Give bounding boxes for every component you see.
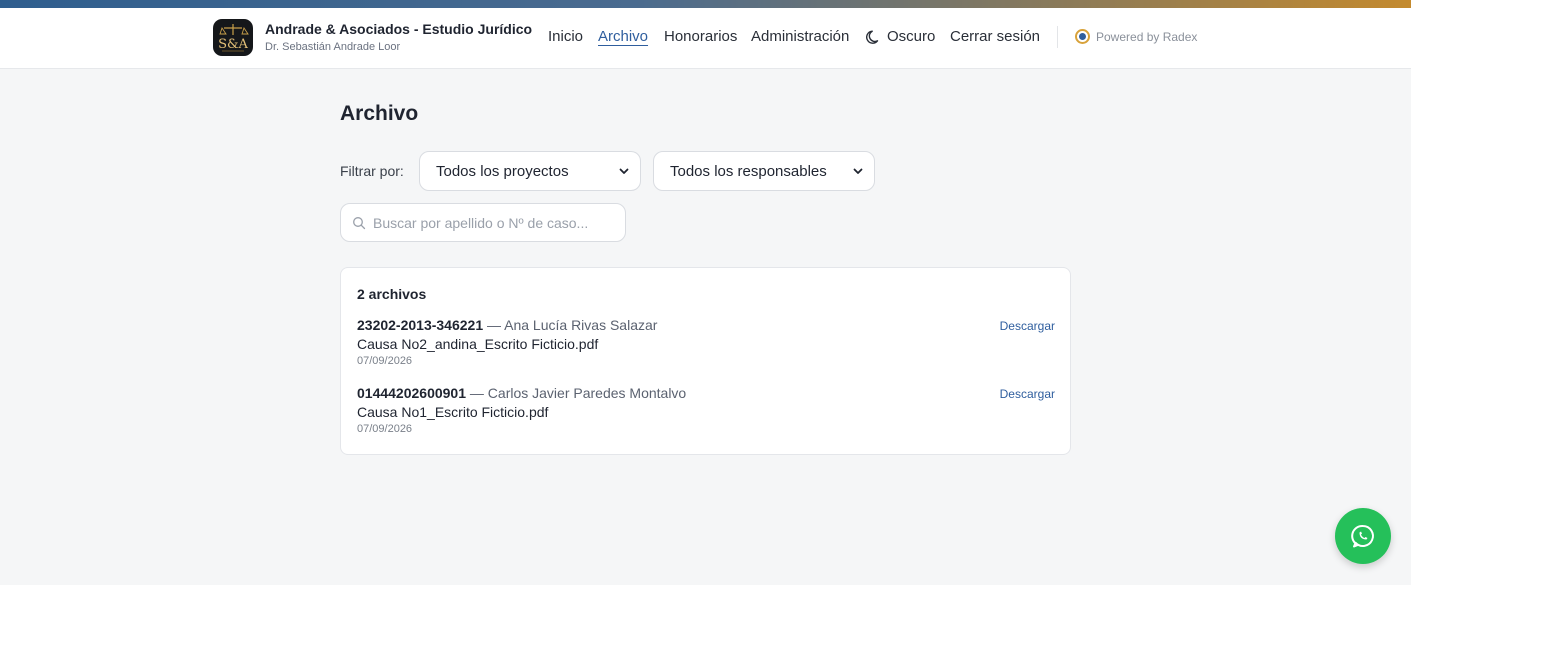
page-title: Archivo [340, 102, 419, 125]
chevron-down-icon [619, 168, 629, 174]
firm-name: Andrade & Asociados - Estudio Jurídico [265, 21, 533, 37]
case-number: 01444202600901 [357, 385, 467, 401]
dark-mode-label: Oscuro [887, 28, 936, 45]
search-input[interactable] [373, 214, 613, 231]
scales-of-justice-icon: S&A [218, 24, 249, 52]
file-row: 23202-2013-346221 — Ana Lucía Rivas Sala… [357, 317, 1055, 377]
file-date: 07/09/2026 [357, 355, 413, 367]
search-icon [353, 216, 366, 229]
svg-text:S&A: S&A [218, 37, 248, 52]
logout-link[interactable]: Cerrar sesión [950, 28, 1040, 45]
download-button[interactable]: Descargar [1000, 387, 1055, 401]
filter-label: Filtrar por: [340, 163, 404, 179]
download-button[interactable]: Descargar [1000, 319, 1055, 333]
app-window: S&A Andrade & Asociados - Estudio Jurídi… [0, 0, 1411, 585]
files-card: 2 archivos 23202-2013-346221 — Ana Lucía… [340, 267, 1071, 455]
nav-inicio[interactable]: Inicio [548, 28, 583, 45]
nav-divider [1057, 26, 1058, 48]
top-accent-bar [0, 0, 1411, 8]
project-filter-value: Todos los proyectos [436, 162, 569, 180]
nav-honorarios[interactable]: Honorarios [664, 28, 737, 45]
radex-logo-icon [1075, 29, 1090, 44]
project-filter-select[interactable]: Todos los proyectos [419, 151, 641, 191]
powered-by-label: Powered by Radex [1096, 29, 1198, 44]
file-name: Causa No1_Escrito Ficticio.pdf [357, 404, 549, 420]
whatsapp-button[interactable] [1335, 508, 1391, 564]
file-row: 01444202600901 — Carlos Javier Paredes M… [357, 385, 1055, 445]
responsible-filter-value: Todos los responsables [670, 162, 827, 180]
nav-archivo[interactable]: Archivo [598, 28, 648, 45]
dark-mode-toggle[interactable]: Oscuro [866, 28, 935, 45]
responsible-filter-select[interactable]: Todos los responsables [653, 151, 875, 191]
search-box [340, 203, 626, 242]
file-name: Causa No2_andina_Escrito Ficticio.pdf [357, 336, 599, 352]
file-row-heading: 23202-2013-346221 — Ana Lucía Rivas Sala… [357, 317, 1055, 333]
lawyer-name: Dr. Sebastián Andrade Loor [265, 41, 401, 53]
case-number: 23202-2013-346221 [357, 317, 484, 333]
nav-administracion[interactable]: Administración [751, 28, 849, 45]
whatsapp-icon [1351, 524, 1374, 548]
powered-by: Powered by Radex [1075, 29, 1197, 44]
file-row-heading: 01444202600901 — Carlos Javier Paredes M… [357, 385, 1055, 401]
file-count: 2 archivos [357, 286, 427, 302]
chevron-down-icon [853, 168, 863, 174]
client-name: — Ana Lucía Rivas Salazar [487, 317, 658, 333]
firm-logo[interactable]: S&A [213, 19, 253, 56]
moon-icon [866, 30, 879, 44]
client-name: — Carlos Javier Paredes Montalvo [469, 385, 687, 401]
file-date: 07/09/2026 [357, 423, 413, 435]
header: S&A Andrade & Asociados - Estudio Jurídi… [0, 8, 1411, 69]
